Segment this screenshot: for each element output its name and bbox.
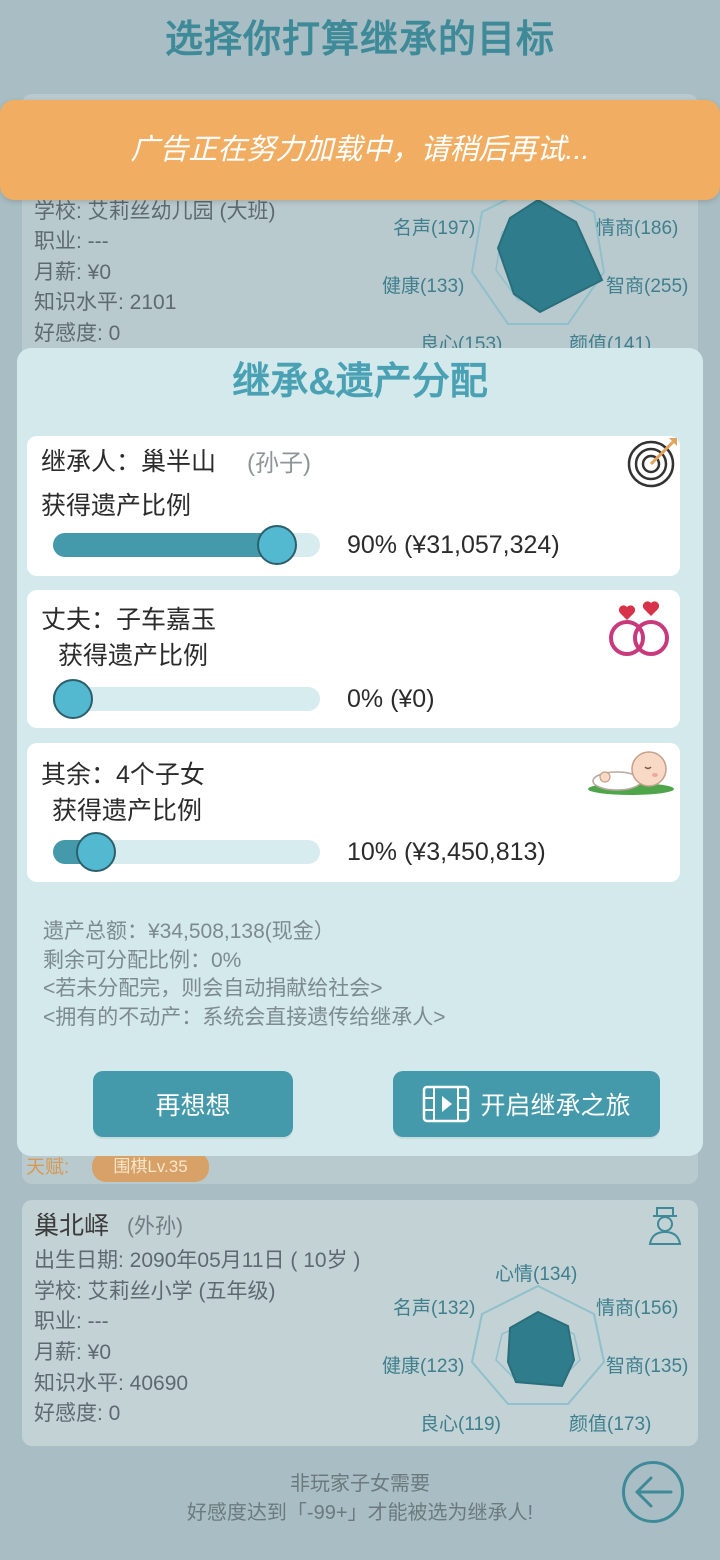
ratio-label: 获得遗产比例	[52, 797, 203, 825]
heir-name: 丈夫：子车嘉玉	[41, 606, 217, 634]
estate-summary: 遗产总额：¥34,508,138(现金） 剩余可分配比例：0% <若未分配完，则…	[43, 918, 446, 1032]
ratio-label: 获得遗产比例	[58, 642, 209, 670]
ad-loading-toast: 广告正在努力加载中，请稍后再试...	[0, 100, 720, 200]
share-slider[interactable]	[53, 679, 320, 719]
talent-badge: 围棋Lv.35	[92, 1152, 209, 1182]
wedding-rings-icon	[609, 601, 669, 656]
candidate-birth: 出生日期: 2090年05月11日 ( 10岁 )	[34, 1249, 361, 1272]
heir-relation: (孙子)	[247, 450, 311, 477]
start-inheritance-button-label: 开启继承之旅	[480, 1092, 631, 1120]
talent-label: 天赋:	[26, 1157, 70, 1178]
heir-card-primary: 继承人：巢半山 (孙子) 获得遗产比例 90% (¥31,057,324)	[27, 436, 680, 576]
share-slider[interactable]	[53, 832, 320, 872]
real-estate-note: <拥有的不动产：系统会直接遗传给继承人>	[43, 1005, 446, 1029]
heir-name: 继承人：巢半山	[41, 448, 217, 476]
radar-iq-label: 智商(135)	[606, 1356, 689, 1377]
candidate-school: 学校: 艾莉丝幼儿园 (大班)	[34, 200, 276, 223]
radar-eq-label: 情商(186)	[596, 218, 679, 239]
candidate-knowledge: 知识水平: 40690	[34, 1372, 189, 1395]
video-ad-icon	[423, 1085, 470, 1123]
radar-fame-label: 名声(132)	[393, 1298, 476, 1319]
start-inheritance-button[interactable]: 开启继承之旅	[393, 1071, 660, 1137]
share-value: 10% (¥3,450,813)	[347, 838, 546, 866]
attribute-radar-chart	[470, 1284, 606, 1405]
candidate-name: 巢北峄	[34, 1212, 110, 1240]
radar-conscience-label: 良心(119)	[420, 1414, 501, 1435]
slider-knob[interactable]	[75, 832, 116, 872]
slider-knob[interactable]	[257, 525, 298, 565]
share-value: 0% (¥0)	[347, 685, 435, 713]
radar-health-label: 健康(123)	[382, 1356, 465, 1377]
attribute-radar-chart	[470, 182, 606, 325]
footer-note-line-2: 好感度达到「-99+」才能被选为继承人!	[186, 1502, 534, 1524]
footer-note-line-1: 非玩家子女需要	[290, 1473, 430, 1495]
candidate-knowledge: 知识水平: 2101	[34, 291, 177, 314]
candidate-job: 职业: ---	[34, 1310, 109, 1333]
back-button[interactable]	[622, 1461, 684, 1523]
estate-total: 遗产总额：¥34,508,138(现金）	[43, 920, 335, 943]
slider-fill	[53, 533, 278, 557]
share-slider[interactable]	[53, 525, 320, 565]
slider-knob[interactable]	[53, 679, 93, 719]
footer-note: 非玩家子女需要 好感度达到「-99+」才能被选为继承人!	[120, 1470, 600, 1528]
heir-name: 其余：4个子女	[41, 761, 205, 789]
donation-note: <若未分配完，则会自动捐献给社会>	[43, 977, 383, 1000]
person-icon	[648, 1207, 682, 1245]
candidate-salary: 月薪: ¥0	[34, 1341, 112, 1364]
modal-title: 继承&遗产分配	[232, 361, 488, 403]
candidate-affection: 好感度: 0	[34, 1402, 121, 1425]
radar-iq-label: 智商(255)	[606, 276, 689, 297]
ratio-label: 获得遗产比例	[41, 492, 192, 520]
inheritance-modal: 继承&遗产分配 继承人：巢半山 (孙子) 获得遗产比例 90% (¥31,057…	[17, 348, 703, 1156]
candidate-school: 学校: 艾莉丝小学 (五年级)	[34, 1280, 276, 1303]
candidate-relation: (外孙)	[127, 1215, 183, 1238]
candidate-job: 职业: ---	[34, 230, 109, 253]
radar-fame-label: 名声(197)	[393, 218, 476, 239]
reconsider-button-label: 再想想	[155, 1092, 231, 1120]
candidate-affection: 好感度: 0	[34, 322, 121, 345]
remaining-ratio: 剩余可分配比例：0%	[43, 948, 242, 972]
radar-eq-label: 情商(156)	[596, 1298, 679, 1319]
heir-card-other-children: 其余：4个子女 获得遗产比例 10% (¥3,450,813)	[27, 743, 680, 882]
back-arrow-icon	[635, 1476, 673, 1508]
page-title: 选择你打算继承的目标	[164, 19, 555, 61]
radar-looks-label: 颜值(173)	[569, 1414, 652, 1435]
sleeping-baby-icon	[588, 751, 674, 795]
radar-health-label: 健康(133)	[382, 276, 465, 297]
ad-loading-message: 广告正在努力加载中，请稍后再试...	[130, 134, 590, 166]
candidate-salary: 月薪: ¥0	[34, 261, 112, 284]
heir-card-spouse: 丈夫：子车嘉玉 获得遗产比例 0% (¥0)	[27, 590, 680, 728]
radar-mood-label: 心情(134)	[495, 1264, 578, 1285]
share-value: 90% (¥31,057,324)	[347, 531, 560, 559]
reconsider-button[interactable]: 再想想	[93, 1071, 293, 1137]
target-icon	[627, 438, 677, 488]
